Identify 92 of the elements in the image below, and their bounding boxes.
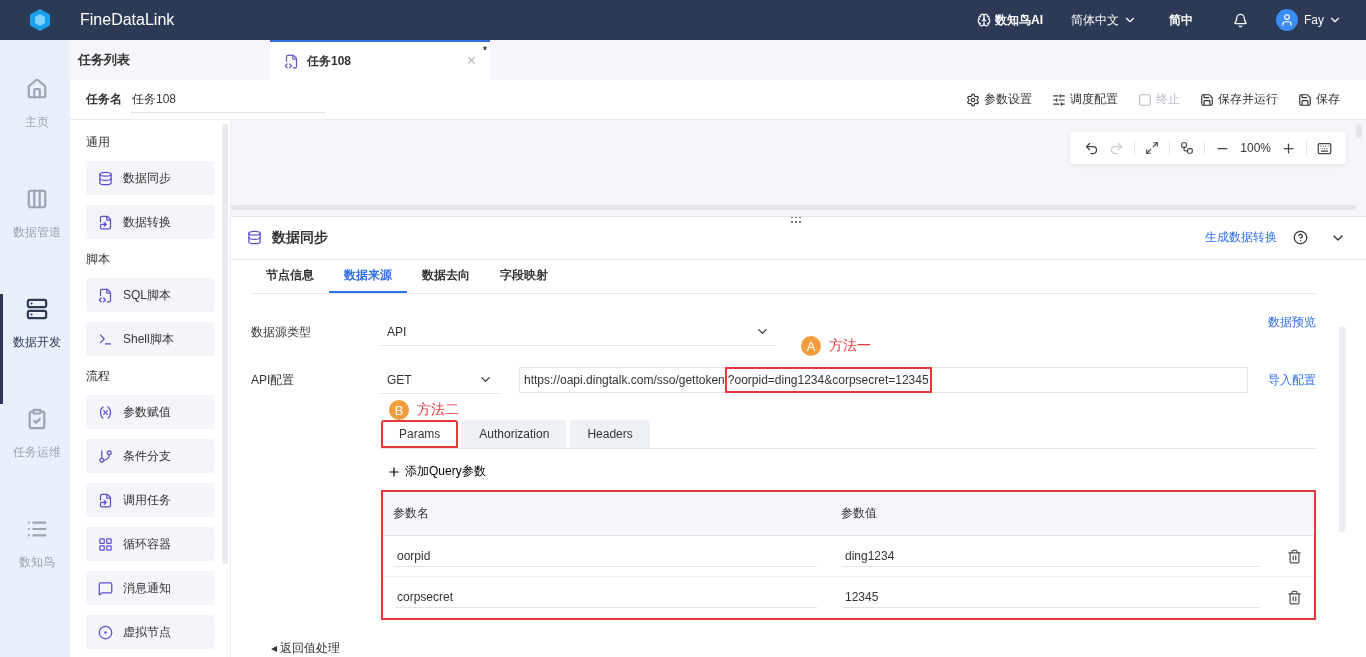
modified-mark: * <box>483 45 487 56</box>
language-selector[interactable]: 简体中文 <box>1071 11 1137 29</box>
palette-group-title: 流程 <box>86 368 111 385</box>
brain-icon <box>977 13 991 27</box>
toolbar-icon <box>1138 92 1152 107</box>
palette-item[interactable]: 调用任务 <box>86 483 214 517</box>
delete-icon[interactable] <box>1286 590 1302 605</box>
node-icon <box>98 404 113 420</box>
generate-transform-link[interactable]: 生成数据转换 <box>1205 229 1277 247</box>
return-value-section-toggle[interactable]: ◂ 返回值处理 <box>271 640 1316 657</box>
task-name-field[interactable]: 任务108 <box>130 86 326 113</box>
toolbar-icon <box>1298 92 1312 107</box>
user-menu[interactable]: Fay <box>1304 13 1342 27</box>
task-name-label: 任务名 <box>86 91 122 108</box>
annotation-badge: B <box>389 400 409 420</box>
sync-icon <box>247 230 262 246</box>
undo-icon[interactable] <box>1084 140 1100 156</box>
column-header: 参数名 <box>392 505 430 522</box>
node-icon <box>98 536 113 552</box>
url-field[interactable]: https://oapi.dingtalk.com/sso/gettoken ?oorpid=ding1234&corpsecret=12345 <box>519 367 1248 393</box>
node-icon <box>98 492 113 508</box>
annotation-text: 方法一 <box>829 337 871 355</box>
section-tab[interactable]: 节点信息 <box>251 259 329 293</box>
fit-view-icon[interactable] <box>1145 141 1160 155</box>
nav-icon <box>25 188 48 210</box>
scrollbar[interactable] <box>231 205 1356 210</box>
language-short-button[interactable]: 简中 <box>1169 11 1193 29</box>
palette-item[interactable]: 消息通知 <box>86 571 214 605</box>
palette-item[interactable]: Shell脚本 <box>86 322 214 356</box>
toolbar-button[interactable]: 参数设置 <box>966 91 1032 108</box>
keyboard-icon[interactable] <box>1317 140 1332 156</box>
panel-title: 数据同步 <box>272 229 329 247</box>
request-tab[interactable]: Headers <box>570 420 650 448</box>
section-tab[interactable]: 数据去向 <box>407 259 485 293</box>
toolbar-button[interactable]: 保存 <box>1298 91 1340 108</box>
palette-item[interactable]: 条件分支 <box>86 439 214 473</box>
node-icon <box>98 580 113 596</box>
param-value-field[interactable]: 12345 <box>843 587 1260 608</box>
ai-assistant-link[interactable]: 数知鸟AI <box>977 11 1043 29</box>
palette-item[interactable]: 数据转换 <box>86 205 214 239</box>
connector-icon[interactable] <box>1180 141 1195 155</box>
delete-icon[interactable] <box>1286 548 1302 564</box>
toolbar-icon <box>1052 92 1066 107</box>
palette-item[interactable]: 数据同步 <box>86 161 214 195</box>
toolbar-icon <box>1200 92 1214 107</box>
import-config-link[interactable]: 导入配置 <box>1268 371 1316 389</box>
method-select[interactable]: GET <box>381 366 499 394</box>
request-tab[interactable]: Params <box>381 420 459 448</box>
help-icon[interactable] <box>1293 230 1308 246</box>
node-icon <box>98 624 113 640</box>
avatar-icon[interactable] <box>1276 9 1298 31</box>
zoom-in-icon[interactable] <box>1281 140 1296 156</box>
param-value-field[interactable]: ding1234 <box>843 545 1260 567</box>
node-icon <box>98 287 113 303</box>
annotation-text: 方法二 <box>417 401 459 419</box>
notification-icon[interactable] <box>1233 12 1248 28</box>
palette-item[interactable]: 循环容器 <box>86 527 214 561</box>
column-header: 参数值 <box>840 505 878 522</box>
toolbar-button[interactable]: 调度配置 <box>1052 91 1118 108</box>
toolbar-button[interactable]: 保存并运行 <box>1200 91 1278 108</box>
nav-icon <box>25 298 48 320</box>
palette-item[interactable]: 参数赋值 <box>86 395 214 429</box>
palette-item[interactable]: 虚拟节点 <box>86 615 214 649</box>
add-query-param-button[interactable]: 添加Query参数 <box>387 463 486 480</box>
nav-icon <box>25 78 48 100</box>
palette-group-title: 脚本 <box>86 251 111 268</box>
section-tab[interactable]: 数据来源 <box>329 259 407 293</box>
nav-icon <box>25 518 48 540</box>
logo-icon <box>28 8 52 32</box>
file-code-icon <box>284 53 299 69</box>
data-preview-link[interactable]: 数据预览 <box>1268 314 1316 331</box>
palette-group-title: 通用 <box>86 134 111 151</box>
product-name: FineDataLink <box>80 11 176 29</box>
section-tab[interactable]: 字段映射 <box>485 259 563 293</box>
source-type-label: 数据源类型 <box>251 323 312 341</box>
node-icon <box>98 214 113 230</box>
task-list-title: 任务列表 <box>76 51 131 69</box>
annotation-badge: A <box>801 336 821 356</box>
nav-item[interactable]: 数据开发 <box>0 294 70 404</box>
request-tab[interactable]: Authorization <box>462 420 567 448</box>
source-type-select[interactable]: API <box>381 318 776 346</box>
param-name-field[interactable]: oorpid <box>395 545 817 567</box>
node-icon <box>98 170 113 186</box>
node-icon <box>98 331 113 347</box>
api-config-label: API配置 <box>251 371 296 389</box>
document-tab[interactable]: 任务108 × * <box>270 40 490 80</box>
toolbar-icon <box>966 92 980 107</box>
zoom-level: 100% <box>1240 141 1271 155</box>
plus-icon <box>387 464 401 479</box>
param-name-field[interactable]: corpsecret <box>395 587 817 608</box>
palette-item[interactable]: SQL脚本 <box>86 278 214 312</box>
node-icon <box>98 448 113 464</box>
